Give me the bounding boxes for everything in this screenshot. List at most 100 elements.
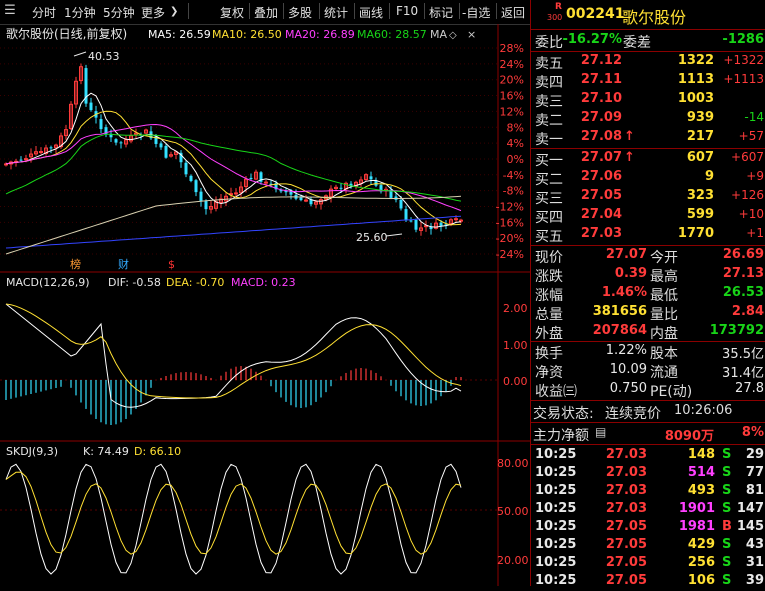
candle-body [299,197,303,201]
tick-row: 10:25 27.05 256 S 31 [535,555,764,570]
bid-row[interactable]: 买一 27.07 ↑ 607 +607 [531,150,765,169]
candle-body [439,222,443,226]
candle-body [24,158,28,161]
candle-body [264,181,268,184]
ask-row[interactable]: 卖五 27.12 1322 +1322 [531,53,765,72]
pct-tick: -8% [503,185,524,198]
ask-row[interactable]: 卖一 27.08 ↑ 217 +57 [531,129,765,148]
tab-1min[interactable]: 1分钟 [64,4,96,21]
tab-5min[interactable]: 5分钟 [103,4,135,21]
tick-row: 10:25 27.05 429 S 43 [535,537,764,552]
skdj-d-line [5,471,462,555]
macd-value-label: MACD: 0.23 [231,276,296,289]
skdj-d-label: D: 66.10 [134,445,181,458]
ask-row[interactable]: 卖二 27.09 939 -14 [531,110,765,129]
candle-body [409,220,413,222]
candle-body [49,147,53,149]
candle-body [114,139,118,143]
ma5-label: MA5: 26.59 [148,28,211,41]
draw-line-button[interactable]: 画线 [359,4,383,21]
close-icon[interactable]: × [467,28,476,41]
more-menu[interactable]: 更多 [141,4,165,21]
pct-tick: 20% [500,74,524,87]
macd-dea-line [5,303,462,399]
f10-button[interactable]: F10 [396,4,418,18]
multi-stock-button[interactable]: 多股 [288,4,312,21]
rank-marker[interactable]: 榜 [70,257,81,271]
candle-body [414,219,418,230]
trade-status-row: 交易状态: 连续竞价 10:26:06 [533,403,733,422]
candle-body [249,177,253,179]
stats-button[interactable]: 统计 [324,4,348,21]
candle-body [339,187,343,189]
pct-tick: 0% [507,153,524,166]
candle-body [194,180,198,193]
macd-dif-line [5,303,462,408]
candle-body [459,219,463,222]
candlesticks [4,51,463,237]
overlay-button[interactable]: 叠加 [254,4,278,21]
ask-row[interactable]: 卖三 27.10 1003 [531,91,765,110]
quote-row: 总量 381656 量比 2.84 [535,304,764,323]
candle-body [164,145,168,158]
macd-title: MACD(12,26,9) [6,276,90,289]
low-marker-line [385,233,403,237]
quote-row: 涨跌 0.39 最高 27.13 [535,266,764,285]
pct-tick: 4% [507,137,524,150]
chevron-right-icon[interactable]: ❯ [170,6,178,17]
market-badge: R 300 [547,2,563,22]
bid-row[interactable]: 买二 27.06 9 +9 [531,169,765,188]
bid-row[interactable]: 买五 27.03 1770 +1 [531,226,765,245]
skdj-tick-20: 20.00 [497,554,529,567]
candle-body [454,218,458,221]
candle-body [184,162,188,175]
ma10-label: MA10: 26.50 [212,28,282,41]
candle-body [234,192,238,195]
detail-icon[interactable]: ▤ [595,425,606,439]
tab-intraday[interactable]: 分时 [32,4,56,21]
skdj-indicator [5,463,462,575]
candle-body [189,175,193,181]
up-arrow-icon: ↑ [624,129,635,144]
pct-tick: -12% [496,201,524,214]
ma-long-beige-line [5,195,462,255]
ma10-line [5,110,462,226]
net-flow-row[interactable]: 主力净额 ▤ 8090万 8% [531,425,765,444]
candle-body [204,200,208,210]
bid-row[interactable]: 买三 27.05 323 +126 [531,188,765,207]
bid-row[interactable]: 买四 27.04 599 +10 [531,207,765,226]
finance-marker[interactable]: 财 [118,257,129,271]
pct-tick: 28% [500,42,524,55]
mark-button[interactable]: 标记 [429,4,453,21]
skdj-k-label: K: 74.49 [83,445,129,458]
ask-row[interactable]: 卖四 27.11 1113 +1113 [531,72,765,91]
dividend-marker[interactable]: $ [168,258,175,271]
back-button[interactable]: 返回 [501,4,525,21]
candle-body [39,151,43,154]
finance-row: 换手 1.22% 股本 35.5亿 [535,343,764,362]
candle-body [119,142,123,144]
menu-icon[interactable]: ☰ [2,3,18,19]
finance-row: 净资 10.09 流通 31.4亿 [535,362,764,381]
pct-tick: 24% [500,58,524,71]
kline-chart-area[interactable]: 歌尔股份(日线,前复权) MA5: 26.59 MA10: 26.50 MA20… [0,24,530,586]
skdj-k-line [5,463,462,575]
tick-row: 10:25 27.05 1981 B 145 [535,519,764,534]
macd-dif-label: DIF: -0.58 [108,276,161,289]
tick-row: 10:25 27.03 148 S 29 [535,447,764,462]
percent-axis: 28% 24% 20% 16% 12% 8% 4% 0% -4% -8% -12% -16% -20% -… [496,42,524,261]
quote-row: 现价 27.07 今开 26.69 [535,247,764,266]
diamond-icon[interactable]: ◇ [449,30,457,41]
pct-tick: -24% [496,248,524,261]
pct-tick: -4% [503,169,524,182]
skdj-tick-50: 50.00 [497,505,529,518]
candle-body [404,209,408,221]
skdj-title: SKDJ(9,3) [6,445,58,458]
chart-title: 歌尔股份(日线,前复权) [6,26,127,41]
fuquan-button[interactable]: 复权 [220,4,244,21]
pct-tick: -20% [496,232,524,245]
quote-row: 涨幅 1.46% 最低 26.53 [535,285,764,304]
remove-watchlist-button[interactable]: -自选 [462,4,490,21]
finance-row: 收益㈢ 0.750 PE(动) 27.8 [535,381,764,400]
candle-body [89,102,93,111]
